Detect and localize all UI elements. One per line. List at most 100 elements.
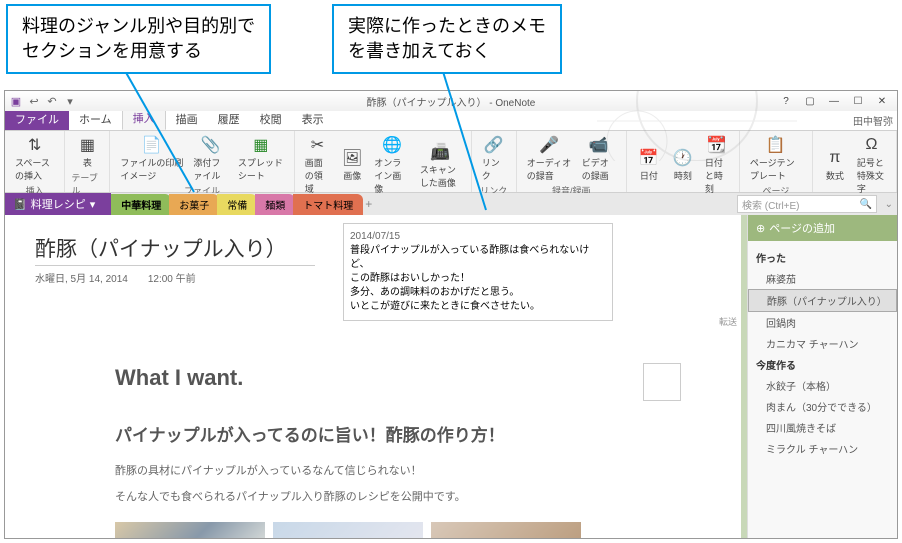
datetime-icon: 📆 <box>707 135 727 155</box>
section-tab[interactable]: 常備 <box>217 194 257 215</box>
page-item[interactable]: カニカマ チャーハン <box>748 333 897 354</box>
date-button[interactable]: 📅日付 <box>633 146 665 184</box>
ribbon-content: ⇅スペースの挿入挿入 ▦表テーブル 📄ファイルの印刷イメージ 📎添付ファイル ▦… <box>5 131 897 193</box>
notebook-icon: 📓 <box>13 198 27 211</box>
tab-review[interactable]: 校閲 <box>250 108 292 130</box>
chevron-down-icon: ▾ <box>90 198 96 211</box>
time-icon: 🕐 <box>673 148 693 168</box>
titlebar: ▣ ↩ ↶ ▾ 酢豚（パイナップル入り） - OneNote ? ▢ — ☐ ✕ <box>5 91 897 111</box>
tab-view[interactable]: 表示 <box>292 108 334 130</box>
back-icon[interactable]: ↩ <box>27 94 41 108</box>
printout-icon: 📄 <box>142 135 162 155</box>
section-tab[interactable]: お菓子 <box>169 194 219 215</box>
record-audio-button[interactable]: 🎤オーディオの録音 <box>523 133 576 184</box>
date-icon: 📅 <box>639 148 659 168</box>
minimize-icon[interactable]: — <box>823 94 845 108</box>
datetime-button[interactable]: 📆日付と時刻 <box>701 133 733 197</box>
page-item[interactable]: 肉まん（30分でできる） <box>748 396 897 417</box>
tab-file[interactable]: ファイル <box>5 108 69 130</box>
notebook-bar: 📓料理レシピ▾ 中華料理お菓子常備麺類トマト料理 + 検索 (Ctrl+E)🔍 … <box>5 193 897 215</box>
article-image[interactable] <box>115 522 265 538</box>
page-item[interactable]: 回鍋肉 <box>748 312 897 333</box>
file-printout-button[interactable]: 📄ファイルの印刷イメージ <box>116 133 187 184</box>
time-button[interactable]: 🕐時刻 <box>667 146 699 184</box>
spreadsheet-icon: ▦ <box>251 135 271 155</box>
link-button[interactable]: 🔗リンク <box>478 133 510 184</box>
help-icon[interactable]: ? <box>775 94 797 108</box>
ribbon-toggle-icon[interactable]: ▢ <box>799 94 821 108</box>
equation-icon: π <box>825 148 845 168</box>
article-subheading[interactable]: パイナップルが入ってるのに旨い！酢豚の作り方！ <box>115 421 681 446</box>
search-input[interactable]: 検索 (Ctrl+E)🔍 <box>737 195 877 213</box>
section-tab[interactable]: 中華料理 <box>111 194 171 215</box>
video-icon: 📹 <box>589 135 609 155</box>
search-icon: 🔍 <box>860 199 872 210</box>
page-item[interactable]: ミラクル チャーハン <box>748 438 897 459</box>
article-paragraph[interactable]: そんな人でも食べられるパイナップル入り酢豚のレシピを公開中です。 <box>115 488 681 504</box>
user-name[interactable]: 田中智弥 <box>853 113 893 128</box>
scanner-icon: 📠 <box>430 142 450 162</box>
note-line: いとこが遊びに来たときに食べさせたい。 <box>350 300 606 314</box>
add-page-button[interactable]: ⊕ページの追加 <box>748 215 897 241</box>
page-group[interactable]: 作った <box>748 247 897 268</box>
tab-draw[interactable]: 描画 <box>166 108 208 130</box>
undo-icon[interactable]: ↶ <box>45 94 59 108</box>
close-icon[interactable]: ✕ <box>871 94 893 108</box>
article-image[interactable] <box>273 522 423 538</box>
section-tab[interactable]: トマト料理 <box>293 194 363 215</box>
screen-clip-button[interactable]: ✂画面の領域 <box>301 133 335 197</box>
tab-home[interactable]: ホーム <box>69 108 122 130</box>
clip-icon: ✂ <box>307 135 327 155</box>
page-template-button[interactable]: 📋ページテンプレート <box>746 133 806 184</box>
notebook-dropdown[interactable]: 📓料理レシピ▾ <box>5 193 111 215</box>
spreadsheet-button[interactable]: ▦スプレッドシート <box>234 133 288 184</box>
table-button[interactable]: ▦表 <box>71 133 103 171</box>
section-tab[interactable]: 麺類 <box>255 194 295 215</box>
picture-button[interactable]: 🖼画像 <box>336 146 368 184</box>
insert-space-button[interactable]: ⇅スペースの挿入 <box>11 133 58 184</box>
add-section-button[interactable]: + <box>365 197 372 211</box>
window-title: 酢豚（パイナップル入り） - OneNote <box>367 94 536 109</box>
equation-button[interactable]: π数式 <box>819 146 851 184</box>
page-panel: ⊕ページの追加 作った麻婆茄酢豚（パイナップル入り）回鍋肉カニカマ チャーハン今… <box>747 215 897 538</box>
record-video-button[interactable]: 📹ビデオの録画 <box>578 133 620 184</box>
picture-icon: 🖼 <box>342 148 362 168</box>
onenote-window: ▣ ↩ ↶ ▾ 酢豚（パイナップル入り） - OneNote ? ▢ — ☐ ✕… <box>4 90 898 539</box>
page-item[interactable]: 水餃子（本格） <box>748 375 897 396</box>
online-picture-button[interactable]: 🌐オンライン画像 <box>370 133 414 197</box>
scanned-image-button[interactable]: 📠スキャンした画像 <box>416 140 465 191</box>
audio-icon: 🎤 <box>539 135 559 155</box>
note-line: 普段パイナップルが入っている酢豚は食べられないけど、 <box>350 244 606 272</box>
symbol-button[interactable]: Ω記号と特殊文字 <box>853 133 890 197</box>
table-icon: ▦ <box>77 135 97 155</box>
customize-icon[interactable]: ▾ <box>63 94 77 108</box>
search-scope-icon[interactable]: ⌄ <box>885 199 893 210</box>
maximize-icon[interactable]: ☐ <box>847 94 869 108</box>
page-canvas[interactable]: 酢豚（パイナップル入り） 水曜日, 5月 14, 2014 12:00 午前 2… <box>5 215 747 538</box>
page-item[interactable]: 酢豚（パイナップル入り） <box>748 289 897 312</box>
note-line: この酢豚はおいしかった！ <box>350 272 606 286</box>
callout-left: 料理のジャンル別や目的別で セクションを用意する <box>6 4 271 74</box>
page-item[interactable]: 麻婆茄 <box>748 268 897 289</box>
online-picture-icon: 🌐 <box>382 135 402 155</box>
space-icon: ⇅ <box>25 135 45 155</box>
attach-icon: 📎 <box>201 135 221 155</box>
plus-icon: ⊕ <box>756 222 765 235</box>
link-icon: 🔗 <box>484 135 504 155</box>
page-date[interactable]: 水曜日, 5月 14, 2014 12:00 午前 <box>35 270 315 285</box>
page-group[interactable]: 今度作る <box>748 354 897 375</box>
callout-right: 実際に作ったときのメモ を書き加えておく <box>332 4 562 74</box>
note-container[interactable]: 2014/07/15 普段パイナップルが入っている酢豚は食べられないけど、 この… <box>343 223 613 321</box>
attach-file-button[interactable]: 📎添付ファイル <box>189 133 231 184</box>
article-heading[interactable]: What I want. <box>115 365 681 391</box>
ribbon-tabs: ファイル ホーム 挿入 描画 履歴 校閲 表示 <box>5 111 897 131</box>
note-date: 2014/07/15 <box>350 230 606 244</box>
symbol-icon: Ω <box>861 135 881 155</box>
article-paragraph[interactable]: 酢豚の具材にパイナップルが入っているなんて信じられない！ <box>115 462 681 478</box>
page-item[interactable]: 四川風焼きそば <box>748 417 897 438</box>
article-image[interactable] <box>431 522 581 538</box>
tab-history[interactable]: 履歴 <box>208 108 250 130</box>
tag-label: 転送 <box>719 315 737 328</box>
page-title[interactable]: 酢豚（パイナップル入り） <box>35 233 315 266</box>
app-icon: ▣ <box>9 94 23 108</box>
